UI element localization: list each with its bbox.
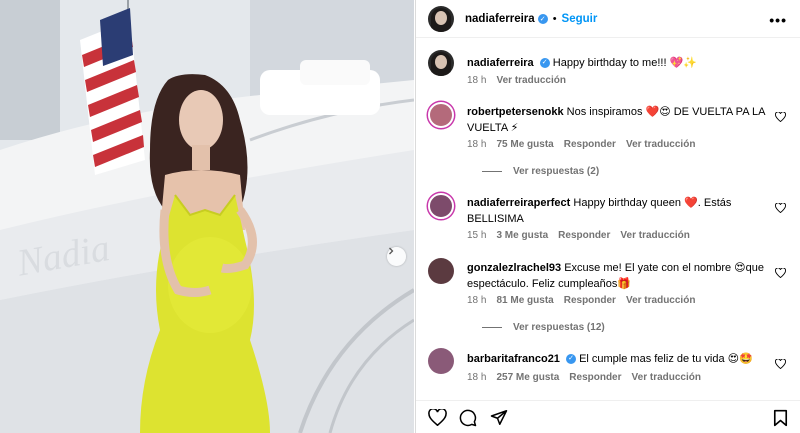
- view-replies-button[interactable]: Ver respuestas (2): [482, 166, 599, 177]
- translate-link[interactable]: Ver traducción: [496, 75, 565, 86]
- translate-link[interactable]: Ver traducción: [626, 295, 695, 306]
- likes-count[interactable]: 257 Me gusta: [496, 372, 559, 383]
- reply-button[interactable]: Responder: [558, 230, 610, 241]
- action-bar: [416, 400, 800, 433]
- likes-count[interactable]: 75 Me gusta: [496, 139, 553, 150]
- bookmark-icon[interactable]: [773, 409, 788, 427]
- post-header: nadiaferreira ✓ • Seguir •••: [416, 0, 800, 38]
- avatar[interactable]: [428, 5, 454, 32]
- comment-item: nadiaferreiraperfect Happy birthday quee…: [428, 193, 793, 245]
- comment-username[interactable]: nadiaferreiraperfect: [467, 197, 570, 209]
- reply-button[interactable]: Responder: [569, 372, 621, 383]
- photo-illustration: Nadia: [0, 0, 414, 433]
- translate-link[interactable]: Ver traducción: [632, 372, 701, 383]
- avatar[interactable]: [428, 193, 454, 219]
- heart-icon[interactable]: [428, 409, 447, 426]
- comment-item: robertpetersenokk Nos inspiramos ❤️😍 DE …: [428, 102, 793, 182]
- more-options-icon[interactable]: •••: [769, 12, 787, 28]
- chevron-right-icon: [389, 247, 394, 255]
- comment-username[interactable]: barbaritafranco21: [467, 353, 560, 365]
- comment-time: 18 h: [467, 372, 487, 383]
- post-username[interactable]: nadiaferreira: [465, 13, 535, 25]
- comment-username[interactable]: robertpetersenokk: [467, 106, 564, 118]
- comment-time: 15 h: [467, 230, 487, 241]
- avatar[interactable]: [428, 102, 454, 128]
- view-replies-label: Ver respuestas (12): [513, 322, 605, 333]
- post-photo: Nadia: [0, 0, 414, 433]
- comment-item: gonzalezlrachel93 Excuse me! El yate con…: [428, 258, 793, 338]
- reply-button[interactable]: Responder: [564, 139, 616, 150]
- heart-icon[interactable]: [775, 359, 786, 369]
- comment-username[interactable]: gonzalezlrachel93: [467, 262, 561, 274]
- avatar[interactable]: [428, 258, 454, 284]
- likes-count[interactable]: 3 Me gusta: [496, 230, 548, 241]
- heart-icon[interactable]: [775, 203, 786, 213]
- reply-button[interactable]: Responder: [564, 295, 616, 306]
- replies-divider: [482, 327, 502, 328]
- translate-link[interactable]: Ver traducción: [626, 139, 695, 150]
- comment-time: 18 h: [467, 295, 487, 306]
- verified-badge-icon: ✓: [537, 13, 548, 24]
- avatar[interactable]: [428, 50, 454, 76]
- view-replies-label: Ver respuestas (2): [513, 166, 600, 177]
- avatar[interactable]: [428, 348, 454, 374]
- follow-button[interactable]: Seguir: [562, 13, 598, 25]
- separator-dot: •: [552, 12, 557, 25]
- caption: nadiaferreira ✓ Happy birthday to me!!! …: [428, 50, 793, 90]
- comment-item: barbaritafranco21 ✓ El cumple mas feliz …: [428, 348, 793, 390]
- comment-time: 18 h: [467, 139, 487, 150]
- heart-icon[interactable]: [775, 268, 786, 278]
- verified-badge-icon: ✓: [539, 58, 550, 69]
- replies-divider: [482, 171, 502, 172]
- caption-text: Happy birthday to me!!! 💖✨: [552, 57, 697, 69]
- comment-icon[interactable]: [459, 409, 477, 427]
- heart-icon[interactable]: [775, 112, 786, 122]
- post-sidebar: nadiaferreira ✓ • Seguir ••• nadiaferrei…: [415, 0, 800, 433]
- share-icon[interactable]: [490, 409, 508, 426]
- likes-count[interactable]: 81 Me gusta: [496, 295, 553, 306]
- translate-link[interactable]: Ver traducción: [620, 230, 689, 241]
- caption-username[interactable]: nadiaferreira: [467, 57, 534, 69]
- next-image-button[interactable]: [387, 247, 406, 266]
- view-replies-button[interactable]: Ver respuestas (12): [482, 322, 605, 333]
- caption-time: 18 h: [467, 75, 487, 86]
- verified-badge-icon: ✓: [566, 354, 576, 365]
- comment-text: El cumple mas feliz de tu vida 😍🤩: [579, 353, 753, 365]
